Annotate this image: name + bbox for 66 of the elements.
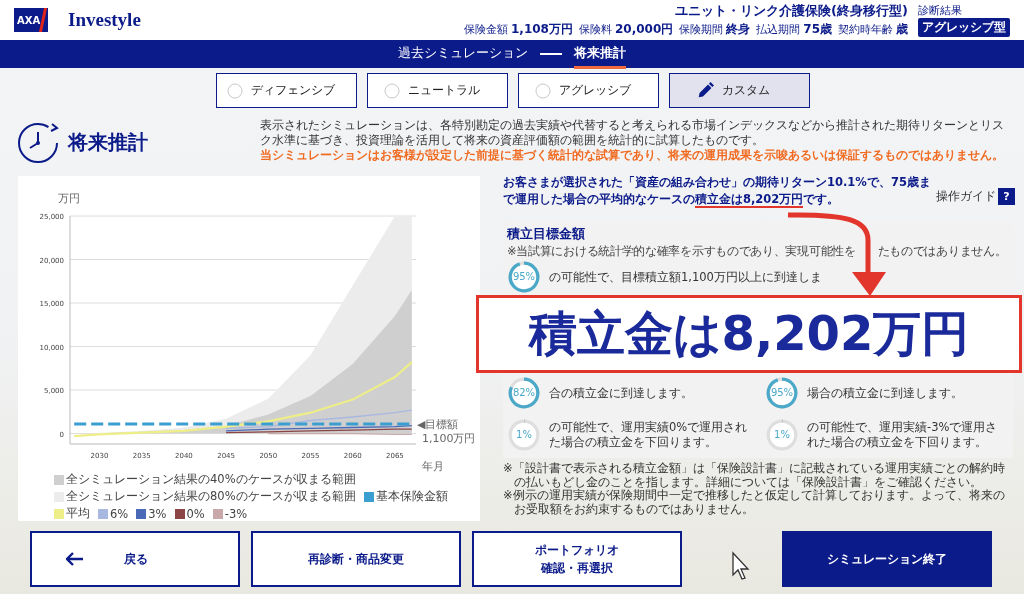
- tab[interactable]: アグレッシブ: [518, 73, 659, 108]
- detail-label: 契約時年齢: [838, 22, 893, 37]
- stat-text: の可能性で、運用実績-3%で運用された場合の積立金を下回ります。: [807, 420, 999, 450]
- detail-label: 保険料: [579, 22, 612, 37]
- legend-label: 全シミュレーション結果の40%のケースが収まる範囲: [66, 472, 356, 487]
- percent-label: 95%: [769, 386, 795, 400]
- detail-label: 払込期間: [756, 22, 801, 37]
- detail-value: 75歳: [803, 21, 832, 38]
- legend-label: -3%: [224, 506, 248, 521]
- cursor-icon: [731, 551, 751, 581]
- section-title: 将来推計: [68, 128, 148, 156]
- legend-label: 3%: [148, 506, 167, 521]
- chart-annotation: ◀目標額: [417, 418, 459, 431]
- detail-value: 歳: [896, 21, 908, 38]
- nav-tab[interactable]: 将来推計: [574, 39, 626, 69]
- radio-icon: [226, 82, 243, 99]
- action-button[interactable]: 再診断・商品変更: [251, 531, 461, 587]
- tab[interactable]: ディフェンシブ: [216, 73, 357, 108]
- detail-value: 終身: [726, 21, 751, 38]
- chart-annotation: 1,100万円: [422, 432, 476, 445]
- diagnosis-badge: アグレッシブ型: [918, 18, 1010, 37]
- percent-label: 95%: [511, 270, 537, 284]
- stat-text: 場合の積立金に到達します。: [807, 385, 963, 401]
- arrow-left-icon: [66, 552, 84, 566]
- back-button[interactable]: 戻る: [30, 531, 240, 587]
- detail-value: 20,000円: [615, 21, 674, 38]
- legend-label: 平均: [66, 506, 90, 521]
- radio-icon: [534, 82, 551, 99]
- tab[interactable]: カスタム: [669, 73, 810, 108]
- axis-title: 年月: [422, 460, 444, 472]
- detail-label: 保険期間: [679, 22, 724, 37]
- guide-label: 操作ガイド: [936, 189, 996, 204]
- detail-value: 1,108万円: [511, 21, 573, 38]
- diagnosis-label: 診断結果: [918, 3, 962, 18]
- legend-label: 基本保険金額: [375, 489, 448, 504]
- panel-title: 積立目標金額: [507, 225, 586, 243]
- note-text: たものではありません。: [877, 244, 1007, 259]
- radio-icon: [383, 82, 400, 99]
- stat-text: 合の積立金に到達します。: [549, 385, 693, 401]
- footnote: ※例示の運用実績が保険期間中一定で推移したと仮定して計算しております。よって、将来のお受取額をお約束するものではありません。: [503, 489, 1006, 516]
- legend-label: 6%: [110, 506, 129, 521]
- tab[interactable]: ニュートラル: [367, 73, 508, 108]
- callout-text: 積立金は8,202万円: [528, 304, 970, 363]
- axis-title: 万円: [58, 192, 80, 205]
- action-button[interactable]: シミュレーション終了: [782, 531, 992, 587]
- detail-label: 保険金額: [464, 22, 508, 37]
- percent-label: 82%: [511, 386, 537, 400]
- summary-text: お客さまが選択された「資産の組み合わせ」の期待リターン10.1%で、75歳まで運用した場合の平均的なケースの積立金は8,202万円です。: [503, 174, 931, 208]
- nav-tab[interactable]: 過去シミュレーション: [398, 39, 528, 69]
- warning-text: 当シミュレーションはお客様が設定した前提に基づく統計的な試算であり、将来の運用成果を示唆あるいは保証するものではありません。: [260, 148, 1005, 163]
- percent-label: 1%: [515, 428, 533, 442]
- action-button[interactable]: ポートフォリオ確認・再選択: [472, 531, 682, 587]
- help-button[interactable]: ?: [998, 188, 1015, 205]
- product-name: ユニット・リンク介護保険(終身移行型): [675, 2, 908, 20]
- legend-label: 全シミュレーション結果の80%のケースが収まる範囲: [66, 489, 356, 504]
- legend-label: 0%: [186, 506, 205, 521]
- stat-text: の可能性で、目標積立額1,100万円以上に到達しま: [549, 269, 822, 285]
- description: 表示されたシミュレーションは、各特別勘定の過去実績や代替すると考えられる市場インデックスなどから推計された期待リターンとリスク水準に基づき、投資理論を活用して将来の資産評価額の範囲を統計的に試算したものです。: [260, 118, 1005, 148]
- logo: AXA: [14, 8, 48, 32]
- percent-label: 1%: [773, 428, 791, 442]
- clock-icon: [16, 120, 60, 164]
- stat-text: の可能性で、運用実績0%で運用された場合の積立金を下回ります。: [549, 420, 749, 450]
- footnote: ※「設計書で表示される積立金額」は「保険設計書」に記載されている運用実績ごとの解約時の払いもどし金のことを指します。詳細については「保険設計書」をご確認ください。: [503, 462, 1006, 489]
- brand-name: Investyle: [68, 9, 141, 31]
- note-text: ※当試算における統計学的な確率を示すものであり、実現可能性を: [507, 244, 856, 259]
- pencil-icon: [697, 82, 714, 99]
